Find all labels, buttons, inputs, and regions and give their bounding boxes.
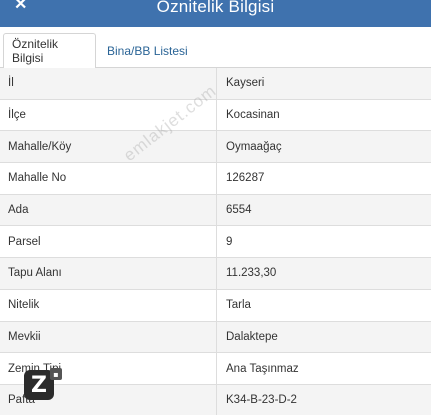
row-value: Ana Taşınmaz: [226, 362, 299, 375]
row-label: Tapu Alanı: [0, 258, 217, 289]
logo-mini-icon: ▪: [50, 368, 62, 380]
row-label: Nitelik: [0, 289, 217, 321]
table-row: Nitelik Tarla: [0, 289, 431, 322]
row-value: Dalaktepe: [226, 330, 278, 343]
row-value: K34-B-23-D-2: [226, 394, 297, 407]
row-label: Parsel: [0, 226, 217, 258]
row-value: 6554: [226, 204, 252, 217]
row-value: Tarla: [226, 299, 251, 312]
tab-bar: Öznitelik Bilgisi Bina/BB Listesi: [0, 27, 431, 69]
row-label: Ada: [0, 194, 217, 226]
row-value: Oymaağaç: [226, 140, 282, 153]
table-row: Ada 6554: [0, 194, 431, 227]
row-value: 11.233,30: [226, 267, 277, 280]
logo-letter: Z: [31, 372, 47, 398]
table-row: Mahalle/Köy Oymaağaç: [0, 131, 431, 164]
app-logo-icon: Z ▪: [24, 368, 62, 400]
row-label: Mevkii: [0, 321, 217, 353]
attribute-table: İl Kayseri İlçe Kocasinan Mahalle/Köy Oy…: [0, 68, 431, 415]
row-value: Kayseri: [226, 77, 265, 90]
table-row: İlçe Kocasinan: [0, 99, 431, 132]
row-value: 126287: [226, 172, 265, 185]
table-row: Tapu Alanı 11.233,30: [0, 258, 431, 290]
row-label: İlçe: [0, 99, 217, 131]
row-value: Kocasinan: [226, 109, 280, 122]
close-icon[interactable]: ✕: [14, 0, 27, 14]
tab-building-list[interactable]: Bina/BB Listesi: [99, 33, 196, 69]
row-value: 9: [226, 235, 233, 248]
table-row: İl Kayseri: [0, 68, 431, 100]
table-row: Zemin Tipi Ana Taşınmaz: [0, 353, 431, 385]
dialog-title: Öznitelik Bilgisi: [156, 0, 275, 16]
row-label: Mahalle/Köy: [0, 131, 217, 163]
dialog-header: ✕ Öznitelik Bilgisi: [0, 0, 431, 27]
table-row: Mahalle No 126287: [0, 163, 431, 195]
table-row: Parsel 9: [0, 226, 431, 259]
table-row: Pafta K34-B-23-D-2: [0, 384, 431, 415]
tab-attribute-info[interactable]: Öznitelik Bilgisi: [3, 33, 96, 69]
row-label: İl: [0, 68, 217, 99]
table-row: Mevkii Dalaktepe: [0, 321, 431, 354]
row-label: Mahalle No: [0, 163, 217, 194]
